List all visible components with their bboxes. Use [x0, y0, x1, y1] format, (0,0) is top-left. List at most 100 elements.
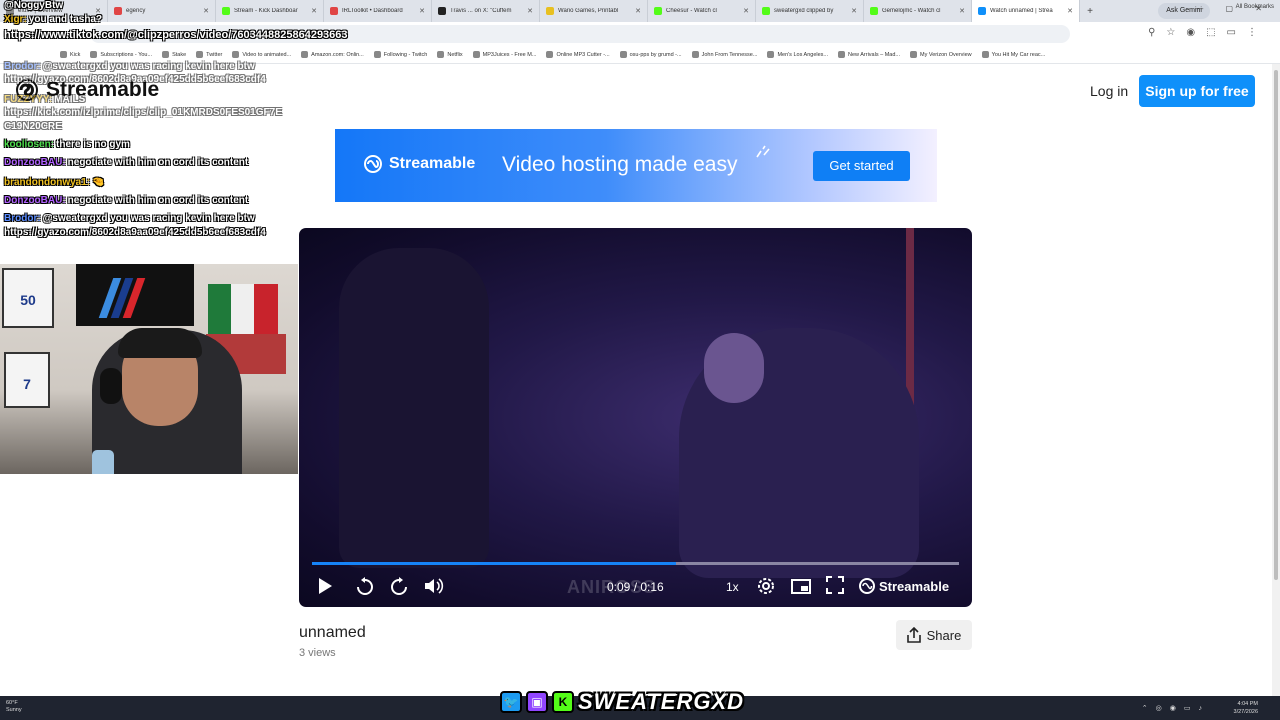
picture-in-picture-icon [791, 579, 811, 594]
player-brand-text: Streamable [879, 578, 950, 594]
share-button[interactable]: Share [896, 620, 972, 650]
forward-10-button[interactable] [389, 576, 409, 596]
bookmark-label: Online MP3 Cutter -... [556, 51, 610, 58]
tiktok-url-overlay: https://www.tiktok.com/@clipzperros/vide… [4, 29, 348, 41]
bookmark-item[interactable]: Following - Twitch [373, 51, 427, 58]
bookmark-item[interactable]: My Verizon Overview [910, 51, 972, 58]
bookmark-label: Subscriptions - You... [100, 51, 153, 58]
bookmark-label: My Verizon Overview [920, 51, 972, 58]
video-title: unnamed [299, 624, 366, 641]
playback-speed-button[interactable]: 1x [726, 580, 739, 594]
bookmark-item[interactable]: Stake [162, 51, 186, 58]
bookmark-favicon-icon [373, 51, 381, 58]
close-tab-icon[interactable]: ✕ [851, 7, 857, 15]
chat-text: MAILS [54, 94, 86, 105]
bookmark-item[interactable]: Subscriptions - You... [90, 51, 152, 58]
bookmark-item[interactable]: New Arrivals – Mad... [838, 51, 900, 58]
pip-button[interactable] [791, 576, 811, 596]
taskbar-clock[interactable]: 4:04 PM 3/27/2026 [1234, 700, 1258, 716]
close-tab-icon[interactable]: ✕ [527, 7, 533, 15]
weather-condition: Sunny [6, 707, 22, 713]
get-started-button[interactable]: Get started [813, 151, 910, 181]
bookmark-favicon-icon [619, 51, 627, 58]
settings-button[interactable] [756, 576, 776, 596]
browser-tab[interactable]: Cheesur - Watch cl ✕ [648, 0, 756, 22]
volume-button[interactable] [423, 576, 445, 596]
headset [100, 368, 122, 404]
chat-message: Brodor: @sweatergxd you was racing kevin … [4, 61, 255, 72]
tab-label: Wario Games, Printabl [558, 8, 619, 14]
close-tab-icon[interactable]: ✕ [1067, 7, 1073, 15]
streamable-icon [364, 155, 382, 173]
tab-strip: efuse | Overview ✕ egency ✕ Stream - Kick Da… [0, 0, 1280, 22]
bookmark-item[interactable]: Kick [60, 51, 80, 58]
login-link[interactable]: Log in [1090, 83, 1128, 99]
weather-widget[interactable]: 60°F Sunny [6, 700, 22, 714]
bookmark-item[interactable]: Video to animated... [232, 51, 291, 58]
all-bookmarks-button[interactable]: All Bookmarks [1236, 4, 1274, 10]
browser-tab[interactable]: Stream - Kick Dashboar ✕ [216, 0, 324, 22]
bookmark-label: Twitter [206, 51, 223, 58]
twitch-icon: ▣ [526, 691, 548, 713]
bookmark-item[interactable]: Amazon.com: Onlin... [301, 51, 364, 58]
bookmark-item[interactable]: Men's Los Angeles... [767, 51, 828, 58]
tab-favicon-icon [654, 7, 662, 15]
close-tab-icon[interactable]: ✕ [743, 7, 749, 15]
framed-jersey: 7 [4, 352, 50, 408]
close-tab-icon[interactable]: ✕ [635, 7, 641, 15]
view-count: 3 views [299, 647, 336, 659]
bookmark-item[interactable]: You Hit My Car reac... [981, 51, 1046, 58]
browser-tab[interactable]: Gemelojmc - Watch cl ✕ [864, 0, 972, 22]
bookmark-favicon-icon [691, 51, 699, 58]
player-brand-link[interactable]: Streamable [859, 578, 949, 594]
bookmark-label: osu-pps by grumd -... [629, 51, 682, 58]
scrollbar-thumb[interactable] [1274, 70, 1278, 580]
signup-button[interactable]: Sign up for free [1139, 75, 1255, 107]
bookmark-item[interactable]: Twitter [196, 51, 222, 58]
close-tab-icon[interactable]: ✕ [959, 7, 965, 15]
play-button[interactable] [316, 576, 334, 596]
chat-text: C19N20CRE [4, 121, 62, 132]
browser-tab[interactable]: Wario Games, Printabl ✕ [540, 0, 648, 22]
bookmark-item[interactable]: Netflix [437, 51, 463, 58]
bookmark-favicon-icon [232, 51, 240, 58]
video-frame-figure [339, 248, 489, 568]
bookmark-label: Men's Los Angeles... [777, 51, 829, 58]
close-tab-icon[interactable]: ✕ [419, 7, 425, 15]
browser-tab[interactable]: IRLToolkit • Dashboard ✕ [324, 0, 432, 22]
browser-tab[interactable]: Watch unnamed | Strea ✕ [972, 0, 1080, 22]
bookmark-label: MP3Juices - Free M... [482, 51, 537, 58]
tab-label: IRLToolkit • Dashboard [342, 8, 403, 14]
chat-text: negotiate with him on cord its content [67, 157, 249, 168]
browser-tab[interactable]: sweatergxd clipped by ✕ [756, 0, 864, 22]
chat-username: @NoggyBtw [4, 0, 64, 11]
toolbar-icons[interactable]: ⚲☆◉⬚▭⋮ [1148, 27, 1268, 38]
chat-username: Brodor: [4, 61, 41, 72]
clock-time: 4:04 PM [1237, 701, 1258, 707]
progress-bar[interactable] [312, 562, 959, 565]
video-player[interactable]: ANIROSS 0:09 / 0:16 1x Streamable [299, 228, 972, 607]
bookmark-item[interactable]: Online MP3 Cutter -... [546, 51, 610, 58]
bookmark-item[interactable]: MP3Juices - Free M... [472, 51, 537, 58]
fullscreen-button[interactable] [826, 576, 844, 594]
tab-favicon-icon [870, 7, 878, 15]
rewind-10-button[interactable] [355, 576, 375, 596]
close-tab-icon[interactable]: ✕ [203, 7, 209, 15]
bookmark-favicon-icon [437, 51, 445, 58]
fullscreen-icon [826, 576, 844, 594]
bookmark-favicon-icon [301, 51, 309, 58]
tab-favicon-icon [762, 7, 770, 15]
bookmark-item[interactable]: John From Tennesse... [691, 51, 757, 58]
system-tray[interactable]: ⌃◎◉▭♪ [1142, 704, 1210, 712]
close-tab-icon[interactable]: ✕ [311, 7, 317, 15]
bookmark-label: You Hit My Car reac... [991, 51, 1046, 58]
bookmark-item[interactable]: osu-pps by grumd -... [619, 51, 682, 58]
tab-label: Cheesur - Watch cl [666, 8, 717, 14]
new-tab-button[interactable]: + [1080, 6, 1100, 17]
browser-tab[interactable]: Travis ... on X: "Cuffem ✕ [432, 0, 540, 22]
bookmark-label: Kick [70, 51, 81, 58]
ad-banner[interactable]: Streamable Video hosting made easy Get s… [335, 129, 937, 202]
browser-tab[interactable]: egency ✕ [108, 0, 216, 22]
chat-username: Brodor: [4, 213, 41, 224]
page-scrollbar[interactable] [1272, 64, 1280, 696]
